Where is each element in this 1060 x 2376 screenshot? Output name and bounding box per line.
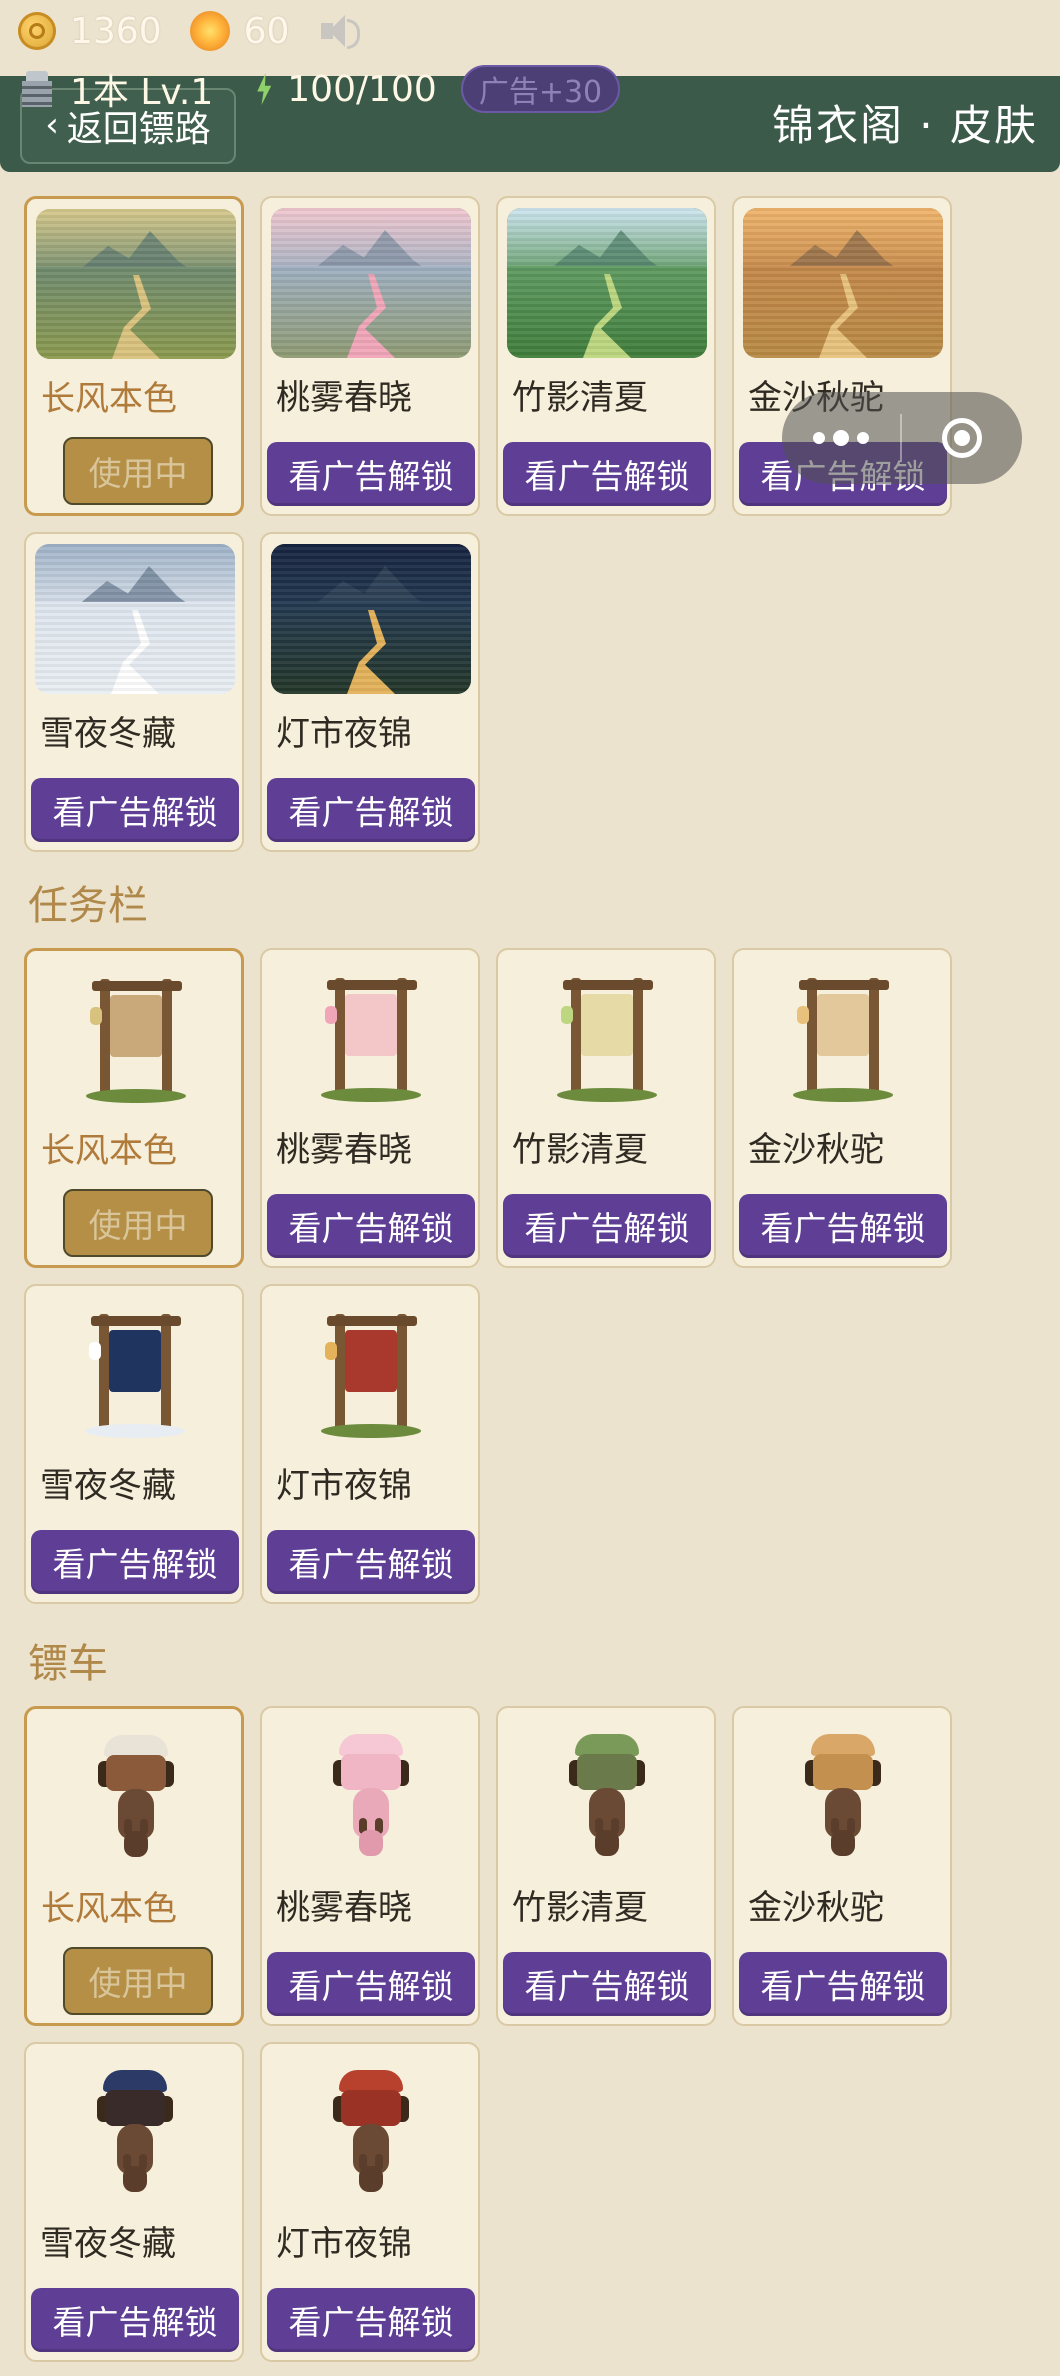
coin-count: 1360 (70, 10, 162, 52)
task-board-image (271, 960, 471, 1110)
watch-ad-unlock-button[interactable]: 看广告解锁 (31, 2288, 239, 2352)
miniprogram-capsule (782, 392, 1022, 484)
close-miniprogram-icon[interactable] (902, 418, 1022, 458)
skin-name: 雪夜冬藏 (40, 1466, 176, 1506)
route-scene-image (271, 544, 471, 694)
watch-ad-unlock-button[interactable]: 看广告解锁 (267, 778, 475, 842)
route-scene-image (271, 208, 471, 358)
skin-grid-road: 长风本色使用中桃雾春晓看广告解锁竹影清夏看广告解锁金沙秋驼看广告解锁雪夜冬藏看广… (24, 196, 1034, 852)
route-scene-image (743, 208, 943, 358)
skin-name: 金沙秋驼 (748, 1130, 884, 1170)
skin-name: 金沙秋驼 (748, 1888, 884, 1928)
task-board-image (271, 1296, 471, 1446)
skin-card[interactable]: 长风本色使用中 (24, 196, 244, 516)
route-scene-image (35, 544, 235, 694)
section-road: 长风本色使用中桃雾春晓看广告解锁竹影清夏看广告解锁金沙秋驼看广告解锁雪夜冬藏看广… (24, 196, 1034, 852)
watch-ad-unlock-button[interactable]: 看广告解锁 (267, 442, 475, 506)
escort-cart-image (507, 1718, 707, 1868)
sound-icon[interactable] (319, 11, 363, 51)
watch-ad-unlock-button[interactable]: 看广告解锁 (503, 1952, 711, 2016)
watch-ad-unlock-button[interactable]: 看广告解锁 (31, 1530, 239, 1594)
skin-name: 桃雾春晓 (276, 1888, 412, 1928)
task-board-image (35, 1296, 235, 1446)
watch-ad-unlock-button[interactable]: 看广告解锁 (739, 1194, 947, 1258)
gem-icon (189, 11, 230, 51)
escort-cart-image (271, 2054, 471, 2204)
more-icon[interactable] (782, 430, 900, 446)
energy-icon (251, 71, 277, 107)
skin-card[interactable]: 灯市夜锦看广告解锁 (260, 532, 480, 852)
section-title-task-bar: 任务栏 (28, 883, 148, 929)
skin-card[interactable]: 灯市夜锦看广告解锁 (260, 1284, 480, 1604)
skin-name: 雪夜冬藏 (40, 714, 176, 754)
escort-cart-image (271, 1718, 471, 1868)
task-board-image (507, 960, 707, 1110)
coin-icon (18, 12, 56, 50)
skin-card[interactable]: 竹影清夏看广告解锁 (496, 1706, 716, 2026)
watch-ad-unlock-button[interactable]: 看广告解锁 (739, 1952, 947, 2016)
skin-card[interactable]: 雪夜冬藏看广告解锁 (24, 2042, 244, 2362)
skin-card[interactable]: 桃雾春晓看广告解锁 (260, 1706, 480, 2026)
skin-name: 灯市夜锦 (276, 714, 412, 754)
skin-card[interactable]: 雪夜冬藏看广告解锁 (24, 532, 244, 852)
route-scene-image (36, 209, 236, 359)
skin-grid-cart: 长风本色 使用中 桃雾春晓 看广告解锁 竹影清夏 看广告解锁 金沙秋驼 看广告解锁 雪夜冬藏 看广… (24, 1706, 1034, 2362)
escort-cart-image (743, 1718, 943, 1868)
skin-name: 桃雾春晓 (276, 1130, 412, 1170)
skin-name: 长风本色 (41, 379, 177, 419)
skin-card[interactable]: 竹影清夏看广告解锁 (496, 948, 716, 1268)
tower-icon (22, 71, 52, 107)
skin-card[interactable]: 桃雾春晓看广告解锁 (260, 948, 480, 1268)
section-task-bar: 任务栏 长风本色 使用中 桃雾春晓 看广告解锁 竹影清夏 看广告解锁 金沙秋驼 看广告解锁 雪夜… (24, 876, 1034, 1604)
in-use-button[interactable]: 使用中 (63, 437, 213, 505)
skin-card[interactable]: 金沙秋驼看广告解锁 (732, 1706, 952, 2026)
skin-name: 桃雾春晓 (276, 378, 412, 418)
skin-card[interactable]: 金沙秋驼看广告解锁 (732, 948, 952, 1268)
watch-ad-unlock-button[interactable]: 看广告解锁 (267, 1530, 475, 1594)
skin-grid-task-bar: 长风本色 使用中 桃雾春晓 看广告解锁 竹影清夏 看广告解锁 金沙秋驼 看广告解锁 雪夜冬藏 看广… (24, 948, 1034, 1604)
skin-card[interactable]: 长风本色使用中 (24, 1706, 244, 2026)
section-title-cart: 镖车 (28, 1641, 108, 1687)
skin-card[interactable]: 竹影清夏看广告解锁 (496, 196, 716, 516)
task-board-image (743, 960, 943, 1110)
section-cart: 镖车 长风本色 使用中 桃雾春晓 看广告解锁 竹影清夏 看广告解锁 金沙秋驼 看广告解锁 雪夜冬… (24, 1634, 1034, 2362)
skin-name: 竹影清夏 (512, 1130, 648, 1170)
skin-name: 长风本色 (41, 1131, 177, 1171)
skin-name: 灯市夜锦 (276, 2224, 412, 2264)
escort-cart-image (36, 1719, 236, 1869)
gem-count: 60 (243, 10, 290, 52)
watch-ad-unlock-button[interactable]: 看广告解锁 (503, 1194, 711, 1258)
skin-card[interactable]: 灯市夜锦看广告解锁 (260, 2042, 480, 2362)
skin-name: 竹影清夏 (512, 378, 648, 418)
skin-card[interactable]: 雪夜冬藏看广告解锁 (24, 1284, 244, 1604)
player-info: 1本 Lv.1 100/100 广告+30 (22, 64, 621, 114)
watch-ad-unlock-button[interactable]: 看广告解锁 (267, 1952, 475, 2016)
watch-ad-unlock-button[interactable]: 看广告解锁 (267, 1194, 475, 1258)
in-use-button[interactable]: 使用中 (63, 1947, 213, 2015)
stage-level: 1本 Lv.1 (70, 72, 214, 113)
energy-value: 100/100 (287, 68, 437, 110)
route-scene-image (507, 208, 707, 358)
watch-ad-unlock-button[interactable]: 看广告解锁 (31, 778, 239, 842)
skin-name: 竹影清夏 (512, 1888, 648, 1928)
ad-energy-pill[interactable]: 广告+30 (460, 65, 621, 113)
watch-ad-unlock-button[interactable]: 看广告解锁 (267, 2288, 475, 2352)
skin-name: 灯市夜锦 (276, 1466, 412, 1506)
currency-bar: 1360 60 (18, 6, 363, 56)
skin-name: 长风本色 (41, 1889, 177, 1929)
page-title: 锦衣阁 · 皮肤 (771, 101, 1038, 150)
skin-name: 雪夜冬藏 (40, 2224, 176, 2264)
escort-cart-image (35, 2054, 235, 2204)
skin-card[interactable]: 桃雾春晓看广告解锁 (260, 196, 480, 516)
skin-card[interactable]: 长风本色使用中 (24, 948, 244, 1268)
in-use-button[interactable]: 使用中 (63, 1189, 213, 1257)
task-board-image (36, 961, 236, 1111)
watch-ad-unlock-button[interactable]: 看广告解锁 (503, 442, 711, 506)
